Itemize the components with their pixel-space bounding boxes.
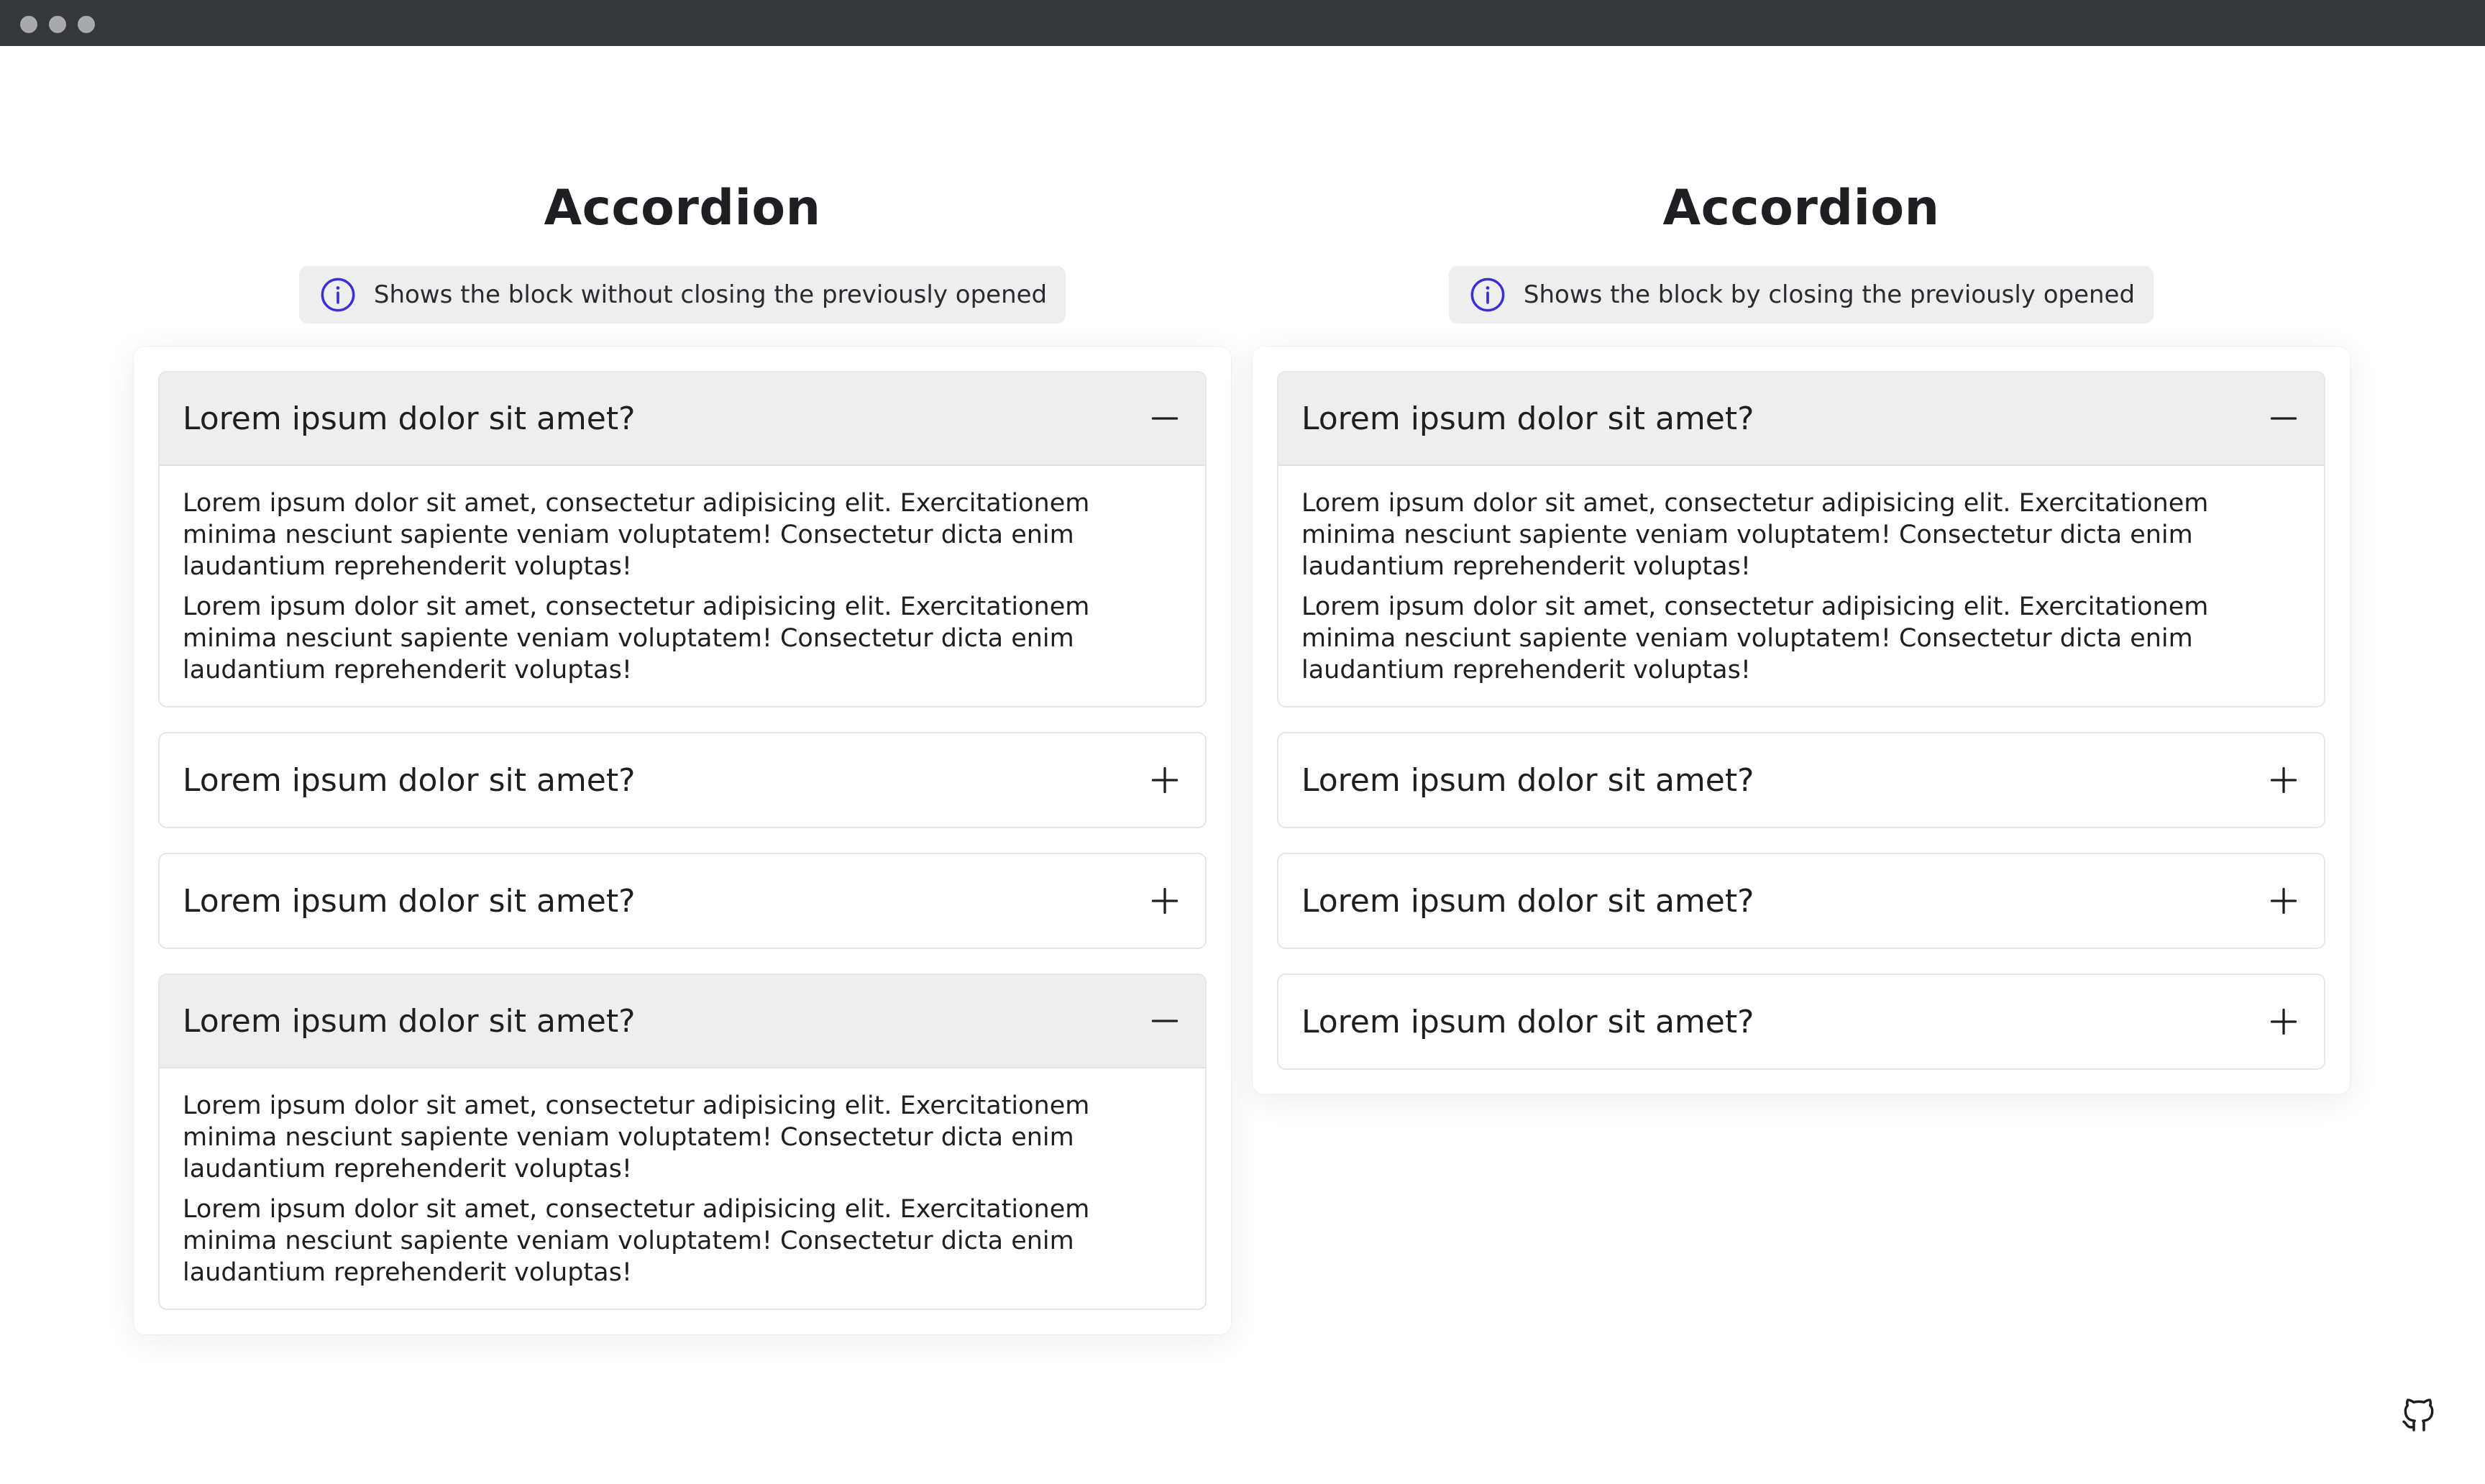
accordion-title: Lorem ipsum dolor sit amet?	[183, 1002, 636, 1040]
accordion-title: Lorem ipsum dolor sit amet?	[1301, 1003, 1754, 1040]
info-text: Shows the block without closing the prev…	[373, 280, 1048, 309]
minus-icon[interactable]	[1149, 1005, 1181, 1037]
accordion-item: Lorem ipsum dolor sit amet?	[158, 853, 1207, 949]
accordion-paragraph: Lorem ipsum dolor sit amet, consectetur …	[183, 1195, 1090, 1287]
window-maximize-dot[interactable]	[78, 16, 95, 33]
accordion-paragraph: Lorem ipsum dolor sit amet, consectetur …	[183, 592, 1090, 684]
accordion-card: Lorem ipsum dolor sit amet? Lorem ipsum …	[134, 347, 1231, 1334]
accordion-item: Lorem ipsum dolor sit amet?	[1277, 974, 2325, 1070]
accordion-title: Lorem ipsum dolor sit amet?	[1301, 400, 1754, 437]
plus-icon[interactable]	[2268, 1006, 2299, 1038]
window-close-dot[interactable]	[20, 16, 37, 33]
accordion-item: Lorem ipsum dolor sit amet?	[1277, 732, 2325, 828]
accordion-item: Lorem ipsum dolor sit amet?	[158, 732, 1207, 828]
accordion-content: Lorem ipsum dolor sit amet, consectetur …	[160, 466, 1205, 706]
accordion-header[interactable]: Lorem ipsum dolor sit amet?	[1278, 854, 2324, 948]
plus-icon[interactable]	[2268, 764, 2299, 796]
accordion-card: Lorem ipsum dolor sit amet? Lorem ipsum …	[1253, 347, 2350, 1094]
window-minimize-dot[interactable]	[49, 16, 66, 33]
page-title: Accordion	[1662, 180, 1940, 237]
accordion-paragraph: Lorem ipsum dolor sit amet, consectetur …	[1301, 489, 2209, 581]
page-title: Accordion	[544, 180, 821, 237]
accordion-item: Lorem ipsum dolor sit amet?	[1277, 853, 2325, 949]
accordion-section-right: Accordion Shows the block by closing the…	[1253, 173, 2350, 1094]
accordion-title: Lorem ipsum dolor sit amet?	[1301, 882, 1754, 920]
accordion-header[interactable]: Lorem ipsum dolor sit amet?	[160, 372, 1205, 466]
accordion-header[interactable]: Lorem ipsum dolor sit amet?	[160, 733, 1205, 827]
info-text: Shows the block by closing the previousl…	[1523, 280, 2136, 309]
accordion-header[interactable]: Lorem ipsum dolor sit amet?	[160, 854, 1205, 948]
accordion-paragraph: Lorem ipsum dolor sit amet, consectetur …	[183, 489, 1090, 581]
accordion-content: Lorem ipsum dolor sit amet, consectetur …	[1278, 466, 2324, 706]
info-banner: Shows the block without closing the prev…	[298, 266, 1066, 324]
accordion-item: Lorem ipsum dolor sit amet? Lorem ipsum …	[158, 974, 1207, 1310]
accordion-section-left: Accordion Shows the block without closin…	[134, 173, 1231, 1334]
info-banner: Shows the block by closing the previousl…	[1448, 266, 2154, 324]
accordion-item: Lorem ipsum dolor sit amet? Lorem ipsum …	[158, 371, 1207, 707]
window-titlebar	[0, 0, 2485, 46]
accordion-header[interactable]: Lorem ipsum dolor sit amet?	[1278, 975, 2324, 1068]
plus-icon[interactable]	[1149, 885, 1181, 917]
accordion-header[interactable]: Lorem ipsum dolor sit amet?	[1278, 372, 2324, 466]
accordion-item: Lorem ipsum dolor sit amet? Lorem ipsum …	[1277, 371, 2325, 707]
minus-icon[interactable]	[1149, 403, 1181, 434]
accordion-paragraph: Lorem ipsum dolor sit amet, consectetur …	[1301, 592, 2209, 684]
accordion-header[interactable]: Lorem ipsum dolor sit amet?	[1278, 733, 2324, 827]
accordion-content: Lorem ipsum dolor sit amet, consectetur …	[160, 1068, 1205, 1309]
accordion-paragraph: Lorem ipsum dolor sit amet, consectetur …	[183, 1091, 1090, 1183]
accordion-title: Lorem ipsum dolor sit amet?	[183, 882, 636, 920]
info-circle-icon	[1470, 278, 1505, 312]
github-icon[interactable]	[2399, 1395, 2439, 1435]
accordion-title: Lorem ipsum dolor sit amet?	[183, 761, 636, 799]
info-circle-icon	[321, 278, 355, 312]
accordion-header[interactable]: Lorem ipsum dolor sit amet?	[160, 975, 1205, 1068]
plus-icon[interactable]	[1149, 764, 1181, 796]
accordion-title: Lorem ipsum dolor sit amet?	[1301, 761, 1754, 799]
minus-icon[interactable]	[2268, 403, 2299, 434]
accordion-title: Lorem ipsum dolor sit amet?	[183, 400, 636, 437]
plus-icon[interactable]	[2268, 885, 2299, 917]
